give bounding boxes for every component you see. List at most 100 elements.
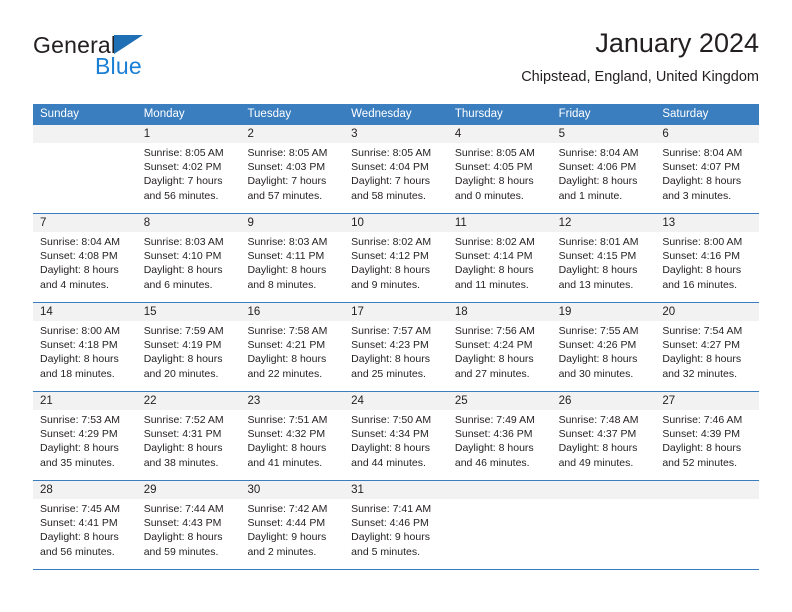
day-number[interactable]: 10 bbox=[344, 214, 448, 232]
day-cell[interactable]: Sunrise: 7:42 AM Sunset: 4:44 PM Dayligh… bbox=[240, 499, 344, 569]
day-number[interactable]: 18 bbox=[448, 303, 552, 321]
day-cell[interactable]: Sunrise: 7:46 AM Sunset: 4:39 PM Dayligh… bbox=[655, 410, 759, 480]
day-number[interactable]: 30 bbox=[240, 481, 344, 499]
day-number[interactable] bbox=[33, 125, 137, 143]
day-cell[interactable]: Sunrise: 7:41 AM Sunset: 4:46 PM Dayligh… bbox=[344, 499, 448, 569]
daylight-line1: Daylight: 8 hours bbox=[40, 264, 119, 277]
day-number[interactable]: 28 bbox=[33, 481, 137, 499]
day-cell[interactable]: Sunrise: 7:59 AM Sunset: 4:19 PM Dayligh… bbox=[137, 321, 241, 391]
sunset-text: Sunset: 4:26 PM bbox=[558, 339, 637, 352]
week-detail-row: Sunrise: 7:53 AM Sunset: 4:29 PM Dayligh… bbox=[33, 410, 759, 480]
day-number[interactable]: 1 bbox=[137, 125, 241, 143]
day-cell[interactable] bbox=[655, 499, 759, 569]
day-cell[interactable]: Sunrise: 8:04 AM Sunset: 4:08 PM Dayligh… bbox=[33, 232, 137, 302]
day-cell[interactable]: Sunrise: 7:48 AM Sunset: 4:37 PM Dayligh… bbox=[552, 410, 656, 480]
day-number[interactable]: 9 bbox=[240, 214, 344, 232]
day-cell[interactable]: Sunrise: 7:55 AM Sunset: 4:26 PM Dayligh… bbox=[552, 321, 656, 391]
day-cell[interactable]: Sunrise: 7:56 AM Sunset: 4:24 PM Dayligh… bbox=[448, 321, 552, 391]
weekday-header-monday: Monday bbox=[143, 108, 185, 120]
calendar-grid: Sunday Monday Tuesday Wednesday Thursday… bbox=[33, 104, 759, 570]
daylight-line1: Daylight: 8 hours bbox=[40, 353, 119, 366]
day-number[interactable]: 5 bbox=[552, 125, 656, 143]
sunset-text: Sunset: 4:04 PM bbox=[351, 161, 429, 174]
day-cell[interactable] bbox=[448, 499, 552, 569]
day-number[interactable]: 4 bbox=[448, 125, 552, 143]
daylight-line1: Daylight: 8 hours bbox=[558, 175, 638, 188]
day-cell[interactable]: Sunrise: 7:51 AM Sunset: 4:32 PM Dayligh… bbox=[240, 410, 344, 480]
day-number[interactable]: 12 bbox=[552, 214, 656, 232]
day-number[interactable]: 8 bbox=[137, 214, 241, 232]
day-number[interactable] bbox=[655, 481, 759, 499]
day-cell[interactable]: Sunrise: 7:44 AM Sunset: 4:43 PM Dayligh… bbox=[137, 499, 241, 569]
day-cell[interactable]: Sunrise: 8:02 AM Sunset: 4:14 PM Dayligh… bbox=[448, 232, 552, 302]
daylight-line2: and 22 minutes. bbox=[247, 367, 323, 380]
day-cell[interactable]: Sunrise: 8:05 AM Sunset: 4:02 PM Dayligh… bbox=[137, 143, 241, 213]
day-number[interactable]: 26 bbox=[552, 392, 656, 410]
day-cell[interactable] bbox=[552, 499, 656, 569]
day-number[interactable]: 31 bbox=[344, 481, 448, 499]
day-number[interactable]: 20 bbox=[655, 303, 759, 321]
day-cell[interactable]: Sunrise: 8:04 AM Sunset: 4:06 PM Dayligh… bbox=[552, 143, 656, 213]
day-number[interactable]: 19 bbox=[552, 303, 656, 321]
day-number[interactable]: 3 bbox=[344, 125, 448, 143]
week-daynumber-row: 14 15 16 17 18 19 20 bbox=[33, 303, 759, 321]
day-cell[interactable]: Sunrise: 7:45 AM Sunset: 4:41 PM Dayligh… bbox=[33, 499, 137, 569]
day-cell[interactable]: Sunrise: 8:05 AM Sunset: 4:05 PM Dayligh… bbox=[448, 143, 552, 213]
daylight-line1: Daylight: 8 hours bbox=[247, 264, 327, 277]
sunrise-text: Sunrise: 7:51 AM bbox=[247, 414, 328, 426]
day-number[interactable]: 11 bbox=[448, 214, 552, 232]
sunrise-text: Sunrise: 7:54 AM bbox=[662, 325, 743, 337]
day-number[interactable]: 2 bbox=[240, 125, 344, 143]
day-cell[interactable]: Sunrise: 8:00 AM Sunset: 4:18 PM Dayligh… bbox=[33, 321, 137, 391]
day-cell[interactable]: Sunrise: 8:03 AM Sunset: 4:10 PM Dayligh… bbox=[137, 232, 241, 302]
day-cell[interactable]: Sunrise: 7:54 AM Sunset: 4:27 PM Dayligh… bbox=[655, 321, 759, 391]
day-cell[interactable]: Sunrise: 8:00 AM Sunset: 4:16 PM Dayligh… bbox=[655, 232, 759, 302]
weekday-header-friday: Friday bbox=[558, 108, 591, 120]
day-cell[interactable]: Sunrise: 7:57 AM Sunset: 4:23 PM Dayligh… bbox=[344, 321, 448, 391]
sunrise-text: Sunrise: 7:49 AM bbox=[454, 414, 535, 426]
day-cell[interactable]: Sunrise: 7:52 AM Sunset: 4:31 PM Dayligh… bbox=[137, 410, 241, 480]
sunrise-text: Sunrise: 7:42 AM bbox=[247, 503, 328, 515]
day-number[interactable] bbox=[448, 481, 552, 499]
day-cell[interactable]: Sunrise: 7:53 AM Sunset: 4:29 PM Dayligh… bbox=[33, 410, 137, 480]
day-number[interactable]: 23 bbox=[240, 392, 344, 410]
sunset-text: Sunset: 4:31 PM bbox=[143, 428, 222, 441]
day-cell[interactable]: Sunrise: 8:05 AM Sunset: 4:04 PM Dayligh… bbox=[344, 143, 448, 213]
day-cell[interactable]: Sunrise: 7:58 AM Sunset: 4:21 PM Dayligh… bbox=[240, 321, 344, 391]
general-blue-logo[interactable]: General Blue bbox=[33, 32, 253, 88]
day-number[interactable]: 27 bbox=[655, 392, 759, 410]
logo-triangle-icon bbox=[114, 35, 143, 54]
day-number[interactable]: 21 bbox=[33, 392, 137, 410]
day-cell[interactable]: Sunrise: 7:50 AM Sunset: 4:34 PM Dayligh… bbox=[344, 410, 448, 480]
day-cell[interactable]: Sunrise: 8:03 AM Sunset: 4:11 PM Dayligh… bbox=[240, 232, 344, 302]
day-number[interactable]: 13 bbox=[655, 214, 759, 232]
day-cell[interactable]: Sunrise: 7:49 AM Sunset: 4:36 PM Dayligh… bbox=[448, 410, 552, 480]
daylight-line1: Daylight: 8 hours bbox=[454, 264, 534, 277]
sunset-text: Sunset: 4:37 PM bbox=[558, 428, 637, 441]
day-number[interactable]: 7 bbox=[33, 214, 137, 232]
day-number[interactable]: 17 bbox=[344, 303, 448, 321]
daylight-line1: Daylight: 8 hours bbox=[662, 175, 742, 188]
sunset-text: Sunset: 4:15 PM bbox=[558, 250, 637, 263]
sunset-text: Sunset: 4:02 PM bbox=[143, 161, 222, 174]
day-number[interactable]: 22 bbox=[137, 392, 241, 410]
day-number[interactable]: 14 bbox=[33, 303, 137, 321]
day-cell[interactable]: Sunrise: 8:04 AM Sunset: 4:07 PM Dayligh… bbox=[655, 143, 759, 213]
daylight-line2: and 27 minutes. bbox=[454, 367, 530, 380]
daylight-line2: and 9 minutes. bbox=[351, 278, 421, 291]
day-number[interactable]: 6 bbox=[655, 125, 759, 143]
sunset-text: Sunset: 4:36 PM bbox=[454, 428, 533, 441]
sunset-text: Sunset: 4:32 PM bbox=[247, 428, 326, 441]
day-cell[interactable]: Sunrise: 8:02 AM Sunset: 4:12 PM Dayligh… bbox=[344, 232, 448, 302]
day-number[interactable]: 29 bbox=[137, 481, 241, 499]
sunset-text: Sunset: 4:05 PM bbox=[454, 161, 533, 174]
day-number[interactable]: 25 bbox=[448, 392, 552, 410]
day-number[interactable] bbox=[552, 481, 656, 499]
day-number[interactable]: 16 bbox=[240, 303, 344, 321]
day-cell[interactable]: Sunrise: 8:01 AM Sunset: 4:15 PM Dayligh… bbox=[552, 232, 656, 302]
day-cell[interactable]: Sunrise: 8:05 AM Sunset: 4:03 PM Dayligh… bbox=[240, 143, 344, 213]
day-number[interactable]: 15 bbox=[137, 303, 241, 321]
daylight-line2: and 3 minutes. bbox=[662, 189, 732, 202]
day-number[interactable]: 24 bbox=[344, 392, 448, 410]
day-cell[interactable] bbox=[33, 143, 137, 213]
